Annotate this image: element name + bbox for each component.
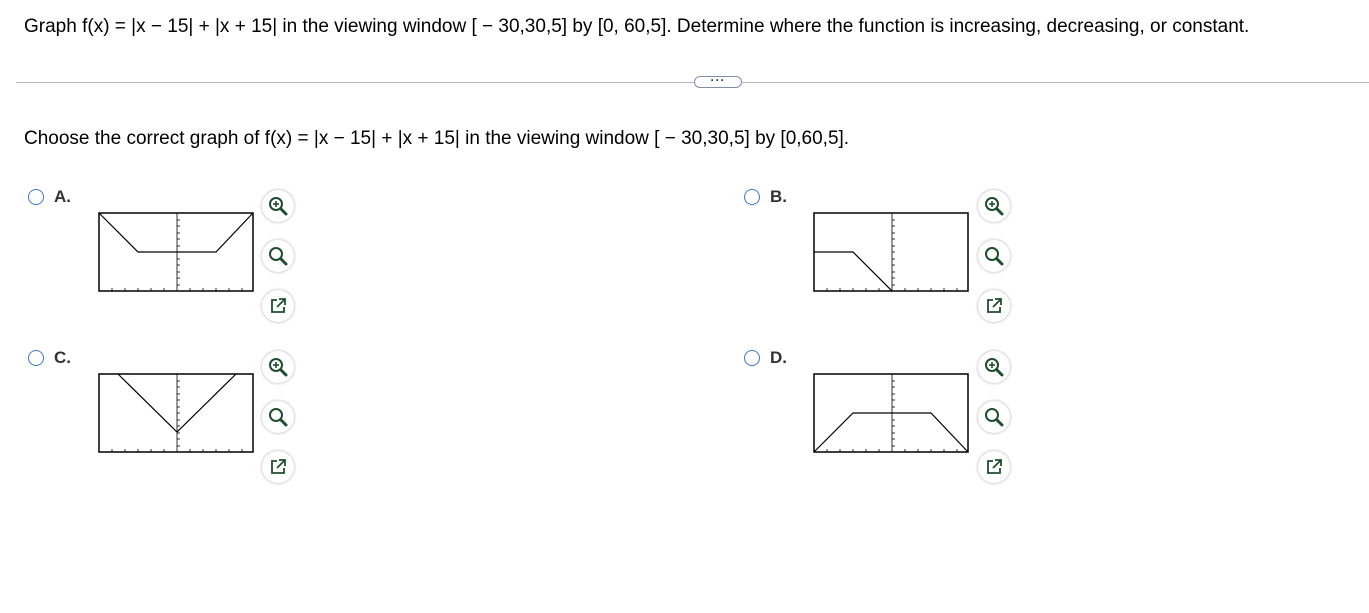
zoom-in-icon	[985, 358, 1004, 377]
zoom-in-button-b[interactable]	[978, 190, 1010, 222]
zoom-in-icon	[269, 358, 288, 377]
option-a-label: A.	[54, 187, 71, 206]
open-in-new-window-icon	[271, 298, 286, 313]
zoom-in-button-c[interactable]	[262, 351, 294, 383]
zoom-out-icon	[985, 408, 1004, 427]
open-button-c[interactable]	[262, 451, 294, 483]
question-text: Graph f(x) = |x − 15| + |x + 15| in the …	[24, 16, 1250, 37]
open-in-new-window-icon	[987, 298, 1002, 313]
open-in-new-window-icon	[987, 459, 1002, 474]
zoom-out-button-b[interactable]	[978, 240, 1010, 272]
option-c-label: C.	[54, 348, 71, 367]
radio-option-b[interactable]	[744, 189, 760, 205]
graph-option-c	[98, 373, 254, 453]
zoom-out-icon	[269, 247, 288, 266]
zoom-in-button-a[interactable]	[262, 190, 294, 222]
graph-option-a	[98, 212, 254, 292]
option-b-label: B.	[770, 187, 787, 206]
expand-button-label: ···	[710, 73, 726, 87]
open-in-new-window-icon	[271, 459, 286, 474]
open-button-d[interactable]	[978, 451, 1010, 483]
zoom-out-button-c[interactable]	[262, 401, 294, 433]
zoom-out-button-a[interactable]	[262, 240, 294, 272]
radio-option-c[interactable]	[28, 350, 44, 366]
zoom-in-button-d[interactable]	[978, 351, 1010, 383]
open-button-a[interactable]	[262, 290, 294, 322]
prompt-text: Choose the correct graph of f(x) = |x − …	[24, 128, 850, 149]
expand-button[interactable]: ···	[694, 73, 742, 88]
option-d-label: D.	[770, 348, 787, 367]
radio-option-a[interactable]	[28, 189, 44, 205]
zoom-out-button-d[interactable]	[978, 401, 1010, 433]
divider	[16, 82, 1369, 83]
graph-option-b	[813, 212, 969, 292]
open-button-b[interactable]	[978, 290, 1010, 322]
graph-option-d	[813, 373, 969, 453]
zoom-in-icon	[985, 197, 1004, 216]
function-curve	[813, 412, 969, 453]
function-curve	[814, 251, 893, 292]
zoom-out-icon	[269, 408, 288, 427]
function-curve	[98, 212, 254, 253]
zoom-out-icon	[985, 247, 1004, 266]
zoom-in-icon	[269, 197, 288, 216]
radio-option-d[interactable]	[744, 350, 760, 366]
